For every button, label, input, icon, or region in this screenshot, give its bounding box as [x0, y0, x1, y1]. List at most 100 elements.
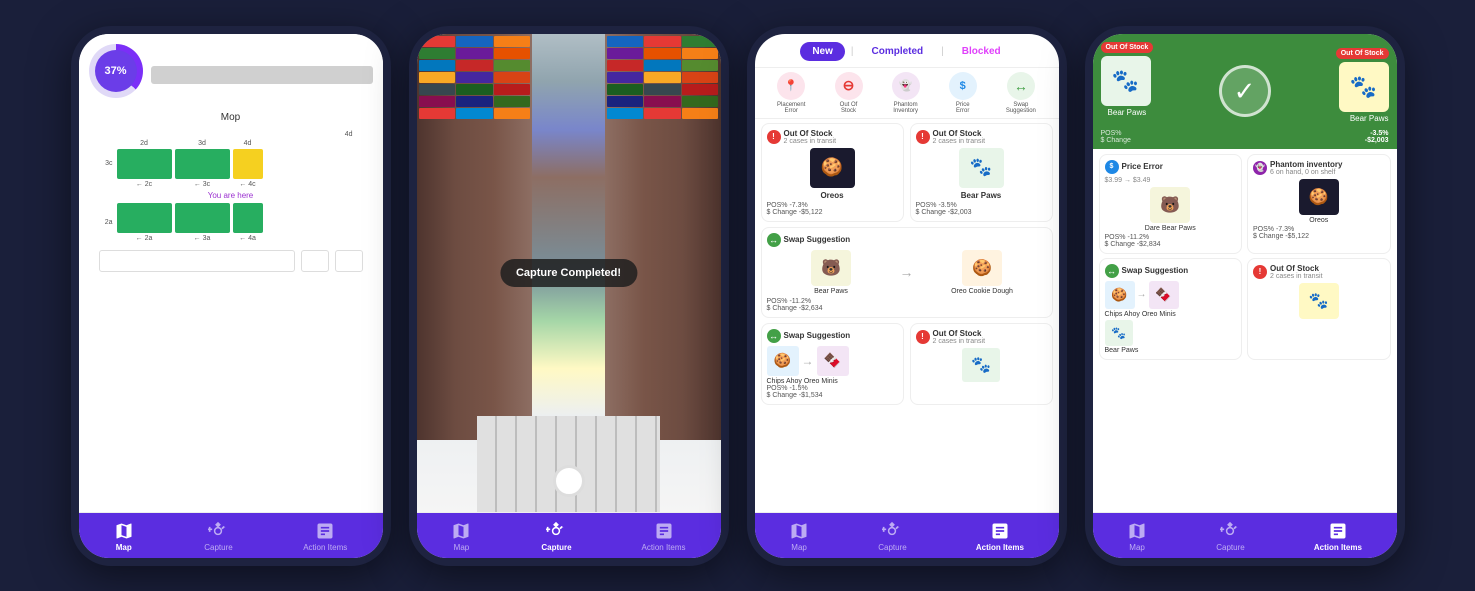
- top-right-name: Bear Paws: [1336, 114, 1389, 123]
- nav-map-label-3: Map: [791, 543, 807, 552]
- nav-capture-4[interactable]: Capture: [1216, 521, 1244, 552]
- oos-dot-2: !: [916, 130, 930, 144]
- nav-capture-1[interactable]: Capture: [204, 521, 232, 552]
- top-left-name: Bear Paws: [1101, 108, 1154, 117]
- nav-action-1[interactable]: Action Items: [303, 521, 347, 552]
- tab-new[interactable]: New: [800, 42, 845, 61]
- oos-detail-dot: !: [1253, 265, 1267, 279]
- bearpaws-pos-1: POS% -3.5%: [916, 202, 1047, 209]
- oos-product-img-3: 🐾: [962, 348, 1000, 382]
- price-err-dot: $: [1105, 160, 1119, 174]
- nav-map-1[interactable]: Map: [114, 521, 134, 552]
- oos-detail-sub: 2 cases in transit: [1270, 273, 1323, 280]
- aisle-map-container: 4d 3c 2d ← 2c 3d: [89, 127, 373, 276]
- phantom-title: Phantom inventory: [1270, 160, 1342, 169]
- capture-icon-1: [208, 521, 228, 541]
- capture-icon-2: [546, 521, 566, 541]
- oos-badge-left: Out Of Stock: [1101, 42, 1154, 53]
- swap-to-img-1: 🍪: [962, 250, 1002, 286]
- detail-row-2: ↔ Swap Suggestion 🍪 → 🍫 Chips Ahoy O: [1099, 258, 1391, 360]
- phone-4-screen: Out Of Stock 🐾 Bear Paws ✓ Out Of Stock …: [1093, 34, 1397, 558]
- phone-3-screen: New | Completed | Blocked 📍 PlacementErr…: [755, 34, 1059, 558]
- map-icon-3: [789, 521, 809, 541]
- swap-from-chips: 🍪: [1105, 281, 1135, 309]
- oos-dot-3: !: [916, 330, 930, 344]
- filter-swap[interactable]: ↔ SwapSuggestion: [1006, 72, 1036, 114]
- top-labels: 4d: [99, 131, 363, 138]
- shelf-blocks-row1: 2d ← 2c 3d ← 3c: [117, 140, 263, 188]
- progress-value: 37%: [95, 50, 137, 92]
- nav-action-3[interactable]: Action Items: [976, 521, 1024, 552]
- filter-out-of-stock[interactable]: ⊖ Out OfStock: [835, 72, 863, 114]
- nav-capture-label-2: Capture: [541, 543, 571, 552]
- detail-row-1: $ Price Error $3.99 → $3.49 🐻 Dare Bear …: [1099, 154, 1391, 254]
- map-btn-2[interactable]: [335, 250, 363, 272]
- map-content: 37% Mop 4d 3c 2d: [79, 34, 383, 512]
- chips-pos: POS% -1.5%: [767, 385, 898, 392]
- nav-capture-2[interactable]: Capture 156: [541, 521, 571, 552]
- oos-sub-3: 2 cases in transit: [933, 338, 986, 345]
- filter-placement[interactable]: 📍 PlacementError: [777, 72, 805, 114]
- top-stats: POS% $ Change -3.5% -$2,003: [1101, 130, 1389, 144]
- phantom-oreo-name: Oreos: [1253, 217, 1385, 224]
- swap-from-img-1: 🐻: [811, 250, 851, 286]
- swap-dot-2: ↔: [767, 329, 781, 343]
- filter-price[interactable]: $ PriceError: [949, 72, 977, 114]
- swap-detail-name-3: Bear Paws: [1105, 347, 1237, 354]
- action-cards: ! Out Of Stock 2 cases in transit 🍪 Oreo…: [755, 119, 1059, 512]
- oreo-name: Oreos: [767, 191, 898, 200]
- tab-blocked[interactable]: Blocked: [950, 42, 1013, 61]
- phone-1-screen: 37% Mop 4d 3c 2d: [79, 34, 383, 558]
- phone-4-detail: Out Of Stock 🐾 Bear Paws ✓ Out Of Stock …: [1085, 26, 1405, 566]
- map-icon-2: [451, 521, 471, 541]
- nav-action-label-4: Action Items: [1314, 543, 1362, 552]
- swap-title-1: Swap Suggestion: [784, 235, 851, 244]
- phantom-dot: 👻: [1253, 161, 1267, 175]
- nav-capture-3[interactable]: Capture: [878, 521, 906, 552]
- phone-2-capture: Capture Completed! Map Capture 156: [409, 26, 729, 566]
- nav-map-2[interactable]: Map: [451, 521, 471, 552]
- nav-action-4[interactable]: Action Items: [1314, 521, 1362, 552]
- swap-arrow-1: →: [900, 264, 914, 280]
- phone-2-screen: Capture Completed! Map Capture 156: [417, 34, 721, 558]
- shelf-block-2b: [117, 203, 172, 233]
- shelf-row-top: 3c 2d ← 2c 3d: [99, 140, 363, 188]
- pos-left-label: POS%: [1101, 130, 1131, 137]
- phantom-oreo-img: 🍪: [1299, 179, 1339, 215]
- bearpaws-name-1: Bear Paws: [916, 191, 1047, 200]
- card-oos-oreos: ! Out Of Stock 2 cases in transit 🍪 Oreo…: [761, 123, 904, 222]
- oreo-change: $ Change -$5,122: [767, 209, 898, 216]
- map-btn-1[interactable]: [301, 250, 329, 272]
- map-input[interactable]: [99, 250, 295, 272]
- right-shelf: [605, 34, 721, 440]
- nav-action-label-1: Action Items: [303, 543, 347, 552]
- oreo-minis-img-1: 🍫: [817, 346, 849, 376]
- card-oos-detail: ! Out Of Stock 2 cases in transit 🐾: [1247, 258, 1391, 360]
- detail-cards: $ Price Error $3.99 → $3.49 🐻 Dare Bear …: [1093, 149, 1397, 512]
- oreo-product-img: 🍪: [810, 148, 855, 188]
- nav-action-2[interactable]: Action Items: [642, 521, 686, 552]
- map-aisle-label: Mop: [89, 112, 373, 123]
- action-icon-1: [315, 521, 335, 541]
- dare-bearpaws-img: 🐻: [1150, 187, 1190, 223]
- swap-to-name-1: Oreo Cookie Dough: [918, 288, 1047, 295]
- map-header: 37%: [89, 44, 373, 106]
- action-icon-2: [654, 521, 674, 541]
- card-swap-1: ↔ Swap Suggestion 🐻 Bear Paws → 🍪: [761, 227, 1053, 318]
- capture-screen: Capture Completed!: [417, 34, 721, 512]
- nav-map-4[interactable]: Map: [1127, 521, 1147, 552]
- nav-map-3[interactable]: Map: [789, 521, 809, 552]
- card-oos-title-1: Out Of Stock: [784, 129, 837, 138]
- you-are-here-label: You are here: [99, 191, 363, 200]
- top-right-product: Out Of Stock 🐾 Bear Paws: [1336, 42, 1389, 123]
- tab-completed[interactable]: Completed: [859, 42, 935, 61]
- change-right-val: -$2,003: [1365, 137, 1389, 144]
- swap-detail-extra: 🐾: [1105, 318, 1237, 346]
- top-left-img: 🐾: [1101, 56, 1151, 106]
- nav-capture-label-1: Capture: [204, 543, 232, 552]
- bearpaws-product-img-1: 🐾: [959, 148, 1004, 188]
- card-oos-bearPaws: ! Out Of Stock 2 cases in transit 🐾 Bear…: [910, 123, 1053, 222]
- filter-phantom[interactable]: 👻 PhantomInventory: [892, 72, 920, 114]
- shutter-button[interactable]: [553, 465, 585, 497]
- top-right-img: 🐾: [1339, 62, 1389, 112]
